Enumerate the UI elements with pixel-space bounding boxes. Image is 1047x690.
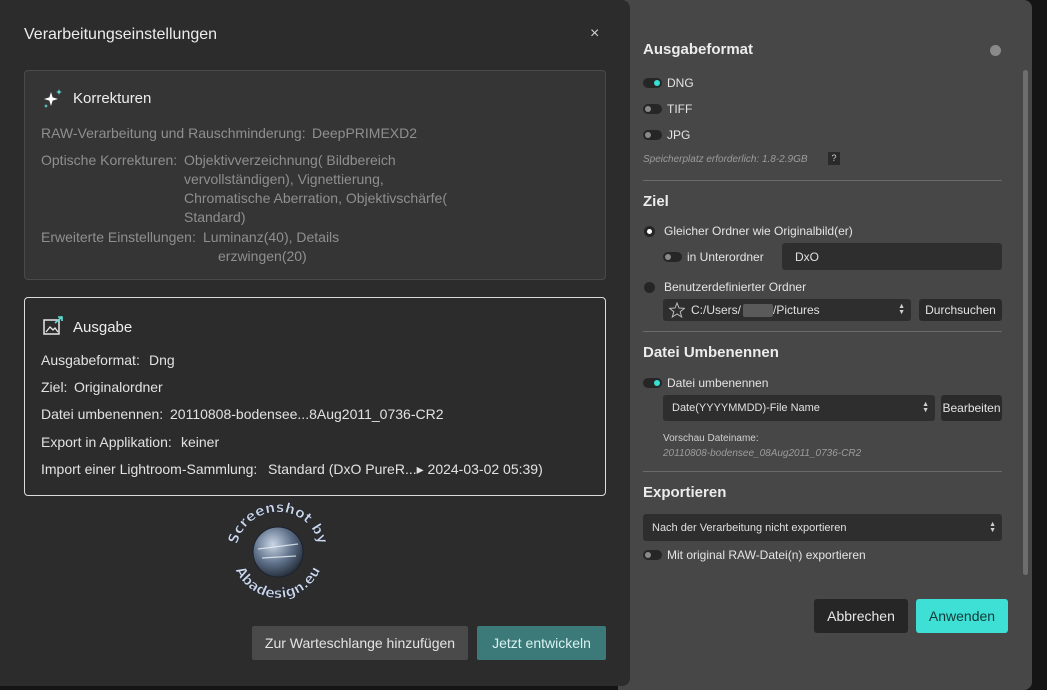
toggle-rename[interactable] xyxy=(643,378,662,388)
folder-path-suffix: /Pictures xyxy=(773,303,820,317)
dialog-title: Verarbeitungseinstellungen xyxy=(24,26,218,43)
target-label: Ziel: xyxy=(41,379,68,395)
lightroom-import-value: Standard (DxO PureR...▸ 2024-03-02 05:39… xyxy=(268,461,543,477)
raw-processing-label: RAW-Verarbeitung und Rauschminderung: xyxy=(41,125,306,141)
divider xyxy=(643,331,1002,332)
help-icon[interactable]: ? xyxy=(828,152,840,165)
custom-folder-label: Benutzerdefinierter Ordner xyxy=(664,280,807,294)
optical-corrections-line: vervollständigen), Vignettierung, xyxy=(184,171,384,187)
same-folder-label: Gleicher Ordner wie Originalbild(er) xyxy=(664,224,853,238)
raw-processing-value: DeepPRIMEXD2 xyxy=(312,125,418,141)
folder-path-select[interactable]: C:/Users/ /Pictures ▲ ▼ xyxy=(663,299,911,321)
close-icon[interactable]: × xyxy=(590,25,599,43)
subfolder-value: DxO xyxy=(795,249,819,264)
advanced-settings-line: Luminanz(40), Details xyxy=(203,229,340,245)
export-raw-label: Mit original RAW-Datei(n) exportieren xyxy=(667,548,866,562)
output-card[interactable]: Ausgabe Ausgabeformat: Dng Ziel: Origina… xyxy=(24,297,606,496)
divider xyxy=(643,180,1002,181)
format-label-jpg: JPG xyxy=(667,128,691,142)
optical-corrections-line: Standard) xyxy=(184,209,246,225)
storage-note: Speicherplatz erforderlich: 1.8-2.9GB xyxy=(643,154,808,165)
watermark-stamp: Screenshot by Abadesign.eu xyxy=(225,500,331,603)
rename-pattern-value: Date(YYYYMMDD)-File Name xyxy=(672,402,820,414)
rename-summary-label: Datei umbenennen: xyxy=(41,406,164,422)
apply-button[interactable]: Anwenden xyxy=(916,599,1008,633)
processing-settings-panel: Ausgabeformat DNG TIFF JPG Speicherplatz… xyxy=(618,0,1032,690)
optical-corrections-line: Chromatische Aberration, Objektivschärfe… xyxy=(184,190,447,206)
optical-corrections-line: Objektivverzeichnung( Bildbereich xyxy=(184,152,396,168)
format-label-tiff: TIFF xyxy=(667,102,693,116)
sparkle-icon xyxy=(44,89,62,108)
output-title: Ausgabe xyxy=(73,319,133,336)
redacted-username xyxy=(743,304,773,317)
edit-pattern-button[interactable]: Bearbeiten xyxy=(941,395,1002,421)
corrections-title: Korrekturen xyxy=(73,90,152,107)
rename-label: Datei umbenennen xyxy=(667,376,769,390)
subfolder-input[interactable]: DxO xyxy=(782,243,1002,270)
export-app-label: Export in Applikation: xyxy=(41,434,172,450)
export-app-value: keiner xyxy=(181,434,220,450)
image-export-icon xyxy=(43,316,63,335)
corrections-card: Korrekturen RAW-Verarbeitung und Rauschm… xyxy=(24,70,606,280)
output-format-label: Ausgabeformat: xyxy=(41,352,140,368)
subfolder-label: in Unterordner xyxy=(687,250,764,264)
preview-value: 20110808-bodensee_08Aug2011_0736-CR2 xyxy=(663,448,862,459)
star-icon[interactable] xyxy=(669,302,685,318)
output-format-value: Dng xyxy=(149,352,175,368)
radio-same-folder[interactable] xyxy=(644,226,655,237)
section-title-ausgabeformat: Ausgabeformat xyxy=(643,41,754,58)
export-target-value: Nach der Verarbeitung nicht exportieren xyxy=(652,521,847,534)
lightroom-import-label: Import einer Lightroom-Sammlung: xyxy=(41,461,258,477)
toggle-format-tiff[interactable] xyxy=(643,104,662,114)
toggle-subfolder[interactable] xyxy=(663,252,682,262)
cancel-button[interactable]: Abbrechen xyxy=(814,599,908,633)
processing-summary-dialog: Verarbeitungseinstellungen × Korrekturen… xyxy=(0,0,630,686)
select-arrows-icon: ▲ ▼ xyxy=(898,303,905,316)
add-to-queue-button[interactable]: Zur Warteschlange hinzufügen xyxy=(252,626,468,660)
browse-button[interactable]: Durchsuchen xyxy=(919,299,1002,321)
select-arrows-icon: ▲ ▼ xyxy=(989,520,996,534)
toggle-format-jpg[interactable] xyxy=(643,130,662,140)
optical-corrections-label: Optische Korrekturen: xyxy=(41,152,178,168)
scrollbar-thumb[interactable] xyxy=(1023,70,1028,575)
rename-pattern-select[interactable]: Date(YYYYMMDD)-File Name ▲ ▼ xyxy=(663,395,935,421)
toggle-format-dng[interactable] xyxy=(643,78,662,88)
section-title-ziel: Ziel xyxy=(643,193,669,210)
folder-path-prefix: C:/Users/ xyxy=(691,303,742,317)
divider xyxy=(643,471,1002,472)
info-dot-icon[interactable] xyxy=(990,45,1001,56)
advanced-settings-line: erzwingen(20) xyxy=(218,248,307,264)
select-arrows-icon: ▲ ▼ xyxy=(922,401,929,414)
section-title-exportieren: Exportieren xyxy=(643,484,727,501)
section-title-umbenennen: Datei Umbenennen xyxy=(643,344,779,361)
preview-label: Vorschau Dateiname: xyxy=(663,433,759,444)
toggle-export-raw[interactable] xyxy=(643,550,662,560)
globe-icon xyxy=(252,526,304,578)
format-label-dng: DNG xyxy=(667,76,694,90)
rename-summary-value: 20110808-bodensee...8Aug2011_0736-CR2 xyxy=(170,406,444,422)
develop-now-button[interactable]: Jetzt entwickeln xyxy=(477,626,606,660)
panel-scrollbar[interactable] xyxy=(1023,70,1028,575)
export-target-select[interactable]: Nach der Verarbeitung nicht exportieren … xyxy=(643,514,1002,541)
radio-custom-folder[interactable] xyxy=(644,282,655,293)
advanced-settings-label: Erweiterte Einstellungen: xyxy=(41,229,196,245)
target-value: Originalordner xyxy=(74,379,163,395)
